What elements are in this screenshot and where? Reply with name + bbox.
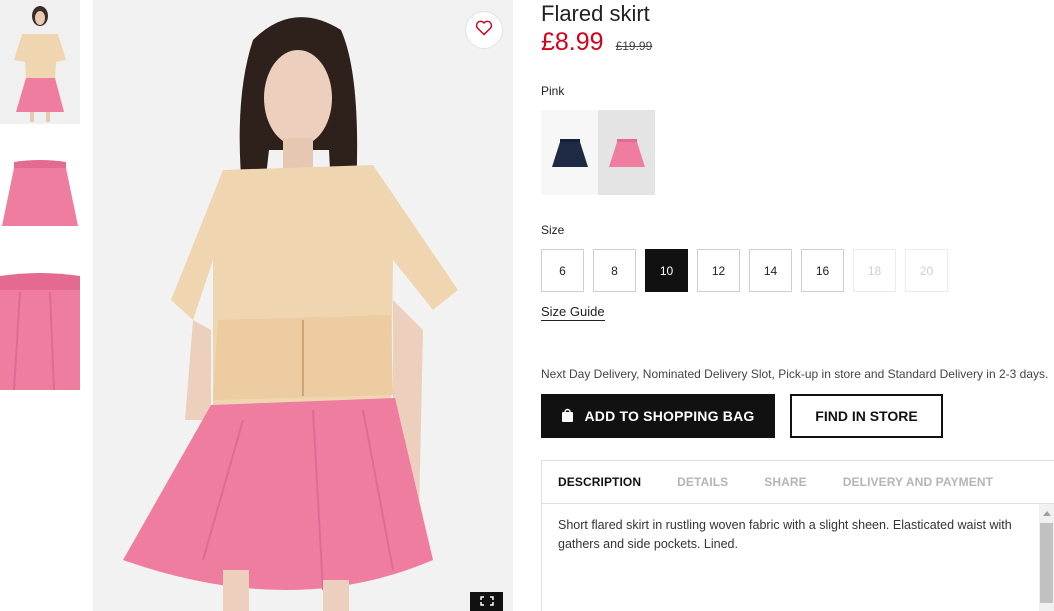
price-row: £8.99 £19.99 [541,28,652,57]
color-name: Pink [541,84,565,98]
add-to-bag-label: ADD TO SHOPPING BAG [584,408,755,424]
size-option-18: 18 [853,249,896,292]
tab-delivery-payment[interactable]: DELIVERY AND PAYMENT [843,475,993,489]
add-to-bag-button[interactable]: ADD TO SHOPPING BAG [541,394,775,438]
color-swatch-pink[interactable] [598,110,655,195]
heart-icon [475,20,493,41]
product-info-tabs: DESCRIPTION DETAILS SHARE DELIVERY AND P… [541,460,1054,611]
size-option-14[interactable]: 14 [749,249,792,292]
size-guide-link[interactable]: Size Guide [541,304,605,321]
product-title: Flared skirt [541,1,650,26]
size-option-16[interactable]: 16 [801,249,844,292]
size-option-20: 20 [905,249,948,292]
delivery-note: Next Day Delivery, Nominated Delivery Sl… [541,367,1049,381]
scroll-up-arrow-icon[interactable] [1043,511,1051,516]
tab-details[interactable]: DETAILS [677,475,728,489]
shopping-bag-icon [561,408,574,425]
expand-image-button[interactable] [470,592,503,611]
size-label: Size [541,223,565,237]
thumbnail-skirt[interactable] [0,140,80,244]
tab-description[interactable]: DESCRIPTION [558,475,641,489]
size-option-6[interactable]: 6 [541,249,584,292]
thumbnail-model[interactable] [0,0,80,124]
expand-icon [479,593,494,611]
size-selector: 6 8 10 12 14 16 18 20 [541,249,948,292]
tab-bar: DESCRIPTION DETAILS SHARE DELIVERY AND P… [542,461,1054,504]
color-swatch-navy[interactable] [541,110,598,195]
size-option-8[interactable]: 8 [593,249,636,292]
product-description: Short flared skirt in rustling woven fab… [558,518,1012,551]
sale-price: £8.99 [541,28,604,56]
scrollbar-thumb[interactable] [1040,523,1053,603]
thumbnail-skirt-detail[interactable] [0,262,80,390]
tab-share[interactable]: SHARE [764,475,807,489]
favorite-button[interactable] [465,11,503,49]
original-price: £19.99 [615,39,653,53]
size-option-12[interactable]: 12 [697,249,740,292]
main-product-image [93,0,513,611]
find-in-store-button[interactable]: FIND IN STORE [790,394,943,438]
size-option-10[interactable]: 10 [645,249,688,292]
